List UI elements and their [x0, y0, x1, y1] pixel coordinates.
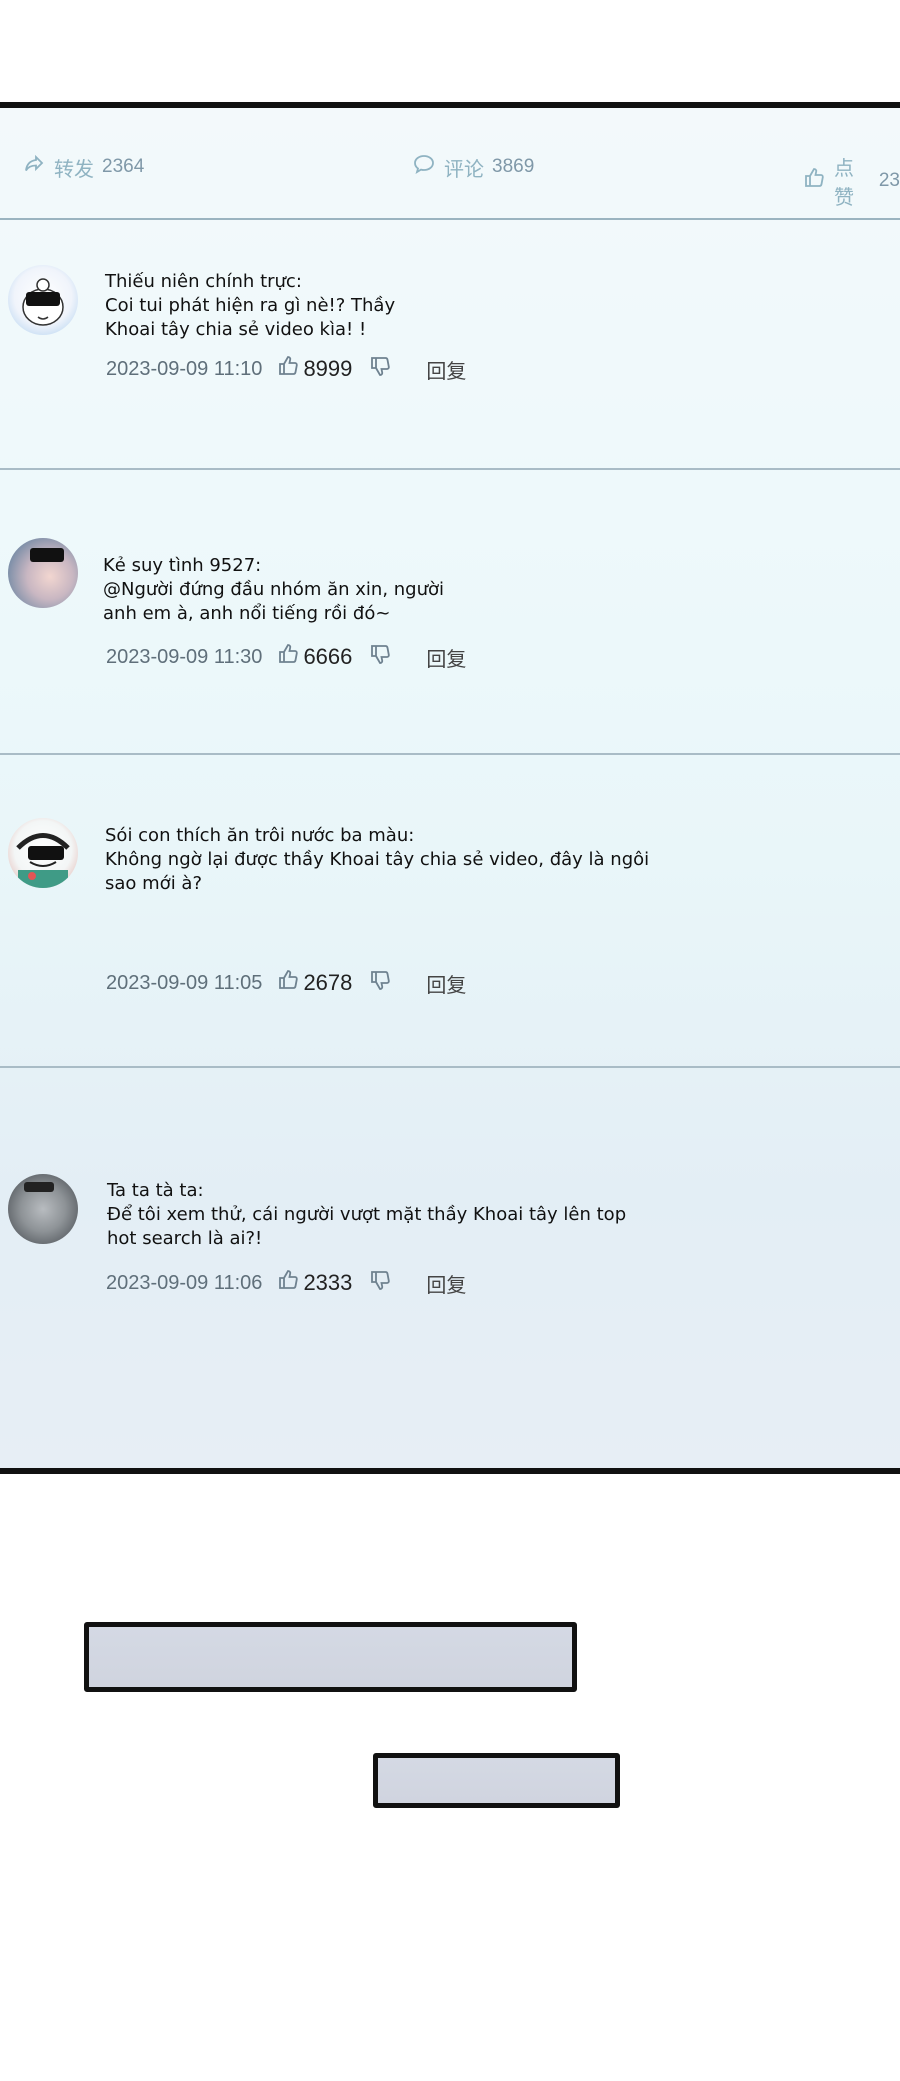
censor-bar — [30, 548, 64, 562]
comment-date: 2023-09-09 11:10 — [106, 357, 263, 380]
comment-body: Kẻ suy tình 9527: @Người đứng đầu nhóm ă… — [103, 554, 444, 626]
comment-date: 2023-09-09 11:05 — [106, 971, 263, 994]
comment-item: Ta ta tà ta: Để tôi xem thử, cái người v… — [0, 1068, 900, 1468]
thumbs-down-icon[interactable] — [368, 968, 392, 998]
like-label: 点赞 — [834, 158, 854, 209]
comment-panel: 转发 2364 评论 3869 点赞 23 Thiếu niên chính t… — [0, 102, 900, 1474]
empty-speech-box — [84, 1622, 577, 1692]
comment-item: Thiếu niên chính trực: Coi tui phát hiện… — [0, 220, 900, 470]
censor-bar — [26, 292, 60, 306]
comment-label: 评论 — [444, 158, 484, 181]
comment-text: Coi tui phát hiện ra gì nè!? Thầy Khoai … — [105, 295, 396, 340]
comment-meta: 2023-09-09 11:10 8999 回复 — [106, 354, 466, 384]
censor-bar — [28, 846, 64, 860]
thumbs-up-icon[interactable] — [276, 642, 300, 672]
comment-item: Kẻ suy tình 9527: @Người đứng đầu nhóm ă… — [0, 470, 900, 755]
thumbs-up-icon[interactable] — [276, 1268, 300, 1298]
comment-author: Sói con thích ăn trôi nước ba màu: — [105, 825, 415, 846]
comment-date: 2023-09-09 11:06 — [106, 1271, 263, 1294]
like-count: 2333 — [303, 1270, 353, 1295]
share-icon — [22, 152, 46, 182]
censor-bar — [24, 1182, 54, 1192]
thumbs-down-icon[interactable] — [368, 642, 392, 672]
comment-body: Thiếu niên chính trực: Coi tui phát hiện… — [105, 270, 395, 342]
reply-button[interactable]: 回复 — [426, 643, 466, 672]
comment-author: Thiếu niên chính trực: — [105, 271, 302, 292]
like-count: 2678 — [303, 970, 353, 995]
comment-text: Không ngờ lại được thầy Khoai tây chia s… — [105, 849, 650, 894]
comment-meta: 2023-09-09 11:30 6666 回复 — [106, 642, 466, 672]
thumbs-down-icon[interactable] — [368, 354, 392, 384]
comment-meta: 2023-09-09 11:05 2678 回复 — [106, 968, 466, 998]
comment-item: Sói con thích ăn trôi nước ba màu: Không… — [0, 755, 900, 1068]
comment-meta: 2023-09-09 11:06 2333 回复 — [106, 1268, 466, 1298]
reply-button[interactable]: 回复 — [426, 355, 466, 384]
like-count: 23 — [878, 170, 900, 191]
avatar[interactable] — [8, 1174, 78, 1244]
repost-label: 转发 — [54, 158, 94, 181]
comment-body: Sói con thích ăn trôi nước ba màu: Không… — [105, 824, 649, 896]
stats-bar: 转发 2364 评论 3869 点赞 23 — [0, 108, 900, 220]
avatar[interactable] — [8, 538, 78, 608]
reply-button[interactable]: 回复 — [426, 1269, 466, 1298]
avatar[interactable] — [8, 818, 78, 888]
comment-date: 2023-09-09 11:30 — [106, 645, 263, 668]
comment-body: Ta ta tà ta: Để tôi xem thử, cái người v… — [107, 1179, 626, 1251]
thumbs-up-icon[interactable] — [276, 968, 300, 998]
comment-text: Để tôi xem thử, cái người vượt mặt thầy … — [107, 1204, 627, 1249]
comment-count: 3869 — [492, 156, 535, 177]
comment-author: Kẻ suy tình 9527: — [103, 555, 262, 576]
thumbs-up-icon — [802, 166, 826, 196]
comment-text: @Người đứng đầu nhóm ăn xin, người anh e… — [103, 579, 445, 624]
comment-author: Ta ta tà ta: — [107, 1180, 204, 1201]
empty-speech-box-small — [373, 1753, 620, 1808]
like-count-button[interactable]: 点赞 23 — [802, 152, 900, 210]
repost-count: 2364 — [102, 156, 145, 177]
comment-count-button[interactable]: 评论 3869 — [412, 152, 534, 182]
thumbs-down-icon[interactable] — [368, 1268, 392, 1298]
like-count: 6666 — [303, 644, 353, 669]
thumbs-up-icon[interactable] — [276, 354, 300, 384]
repost-button[interactable]: 转发 2364 — [22, 152, 144, 182]
reply-button[interactable]: 回复 — [426, 969, 466, 998]
comment-bubble-icon — [412, 152, 436, 182]
like-count: 8999 — [303, 356, 353, 381]
avatar[interactable] — [8, 265, 78, 335]
